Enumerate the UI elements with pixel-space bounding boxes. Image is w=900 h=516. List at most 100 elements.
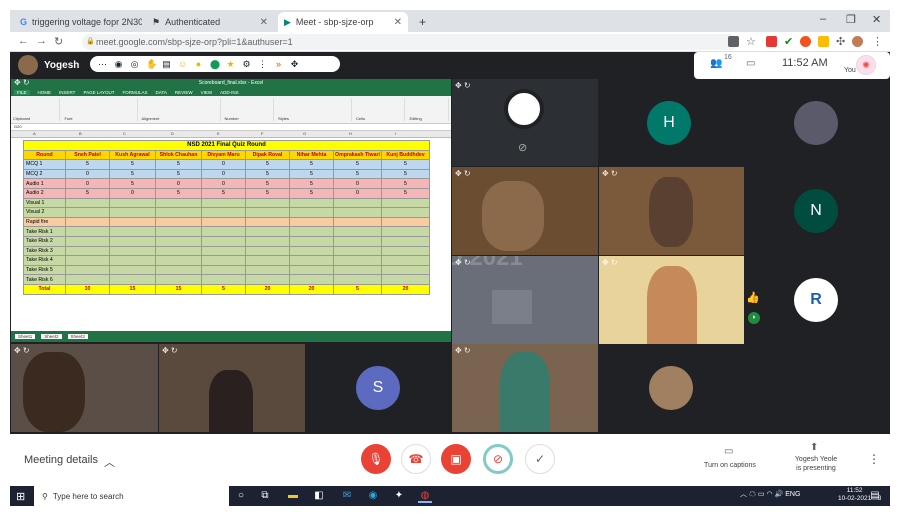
score-cell[interactable]: 0 xyxy=(201,168,246,180)
score-cell[interactable]: 5 xyxy=(333,168,382,180)
score-cell[interactable]: 5 xyxy=(381,187,430,199)
score-cell[interactable] xyxy=(333,226,382,237)
score-cell[interactable] xyxy=(155,226,202,237)
column-header[interactable]: D xyxy=(171,131,174,136)
score-cell[interactable] xyxy=(109,245,156,257)
column-header[interactable]: G xyxy=(303,131,306,136)
score-cell[interactable] xyxy=(65,216,110,228)
round-label[interactable]: Take Risk 5 xyxy=(23,264,66,276)
score-cell[interactable]: 0 xyxy=(155,178,202,189)
participant-tile[interactable]: 👍 R ◗ xyxy=(746,256,890,344)
column-header[interactable]: F xyxy=(261,131,263,136)
end-call-button[interactable]: ☎ xyxy=(401,444,431,474)
score-cell[interactable]: 5 xyxy=(109,178,156,189)
score-cell[interactable] xyxy=(381,274,430,285)
score-cell[interactable]: 0 xyxy=(65,168,110,180)
hand-icon[interactable]: ✋ xyxy=(146,59,157,70)
participant-video-tile[interactable]: ✥ ↻ NSD 2021 xyxy=(452,256,598,344)
score-cell[interactable] xyxy=(109,274,156,285)
camera-off-button[interactable]: ▣ xyxy=(441,444,471,474)
sheet-tab[interactable]: Sheet3 xyxy=(67,334,88,339)
participant-video-tile[interactable]: ✥ ↻ xyxy=(452,167,598,255)
url-input[interactable]: 🔒 meet.google.com/sbp-sjze-orp?pli=1&aut… xyxy=(82,34,737,50)
total-cell[interactable]: 20 xyxy=(289,283,334,295)
score-cell[interactable] xyxy=(201,235,246,247)
participant-tile[interactable]: ✥ ↻ ⊘ xyxy=(452,79,598,166)
browser-tab[interactable]: G triggering voltage fopr 2N3055 t ✕ xyxy=(14,12,142,32)
mail-icon[interactable]: ✉ xyxy=(340,489,354,503)
tile-controls-icon[interactable]: ✥ ↻ xyxy=(602,258,618,267)
score-cell[interactable] xyxy=(289,216,334,228)
total-cell[interactable]: 20 xyxy=(381,283,430,295)
captions-label[interactable]: Turn on captions xyxy=(690,462,770,469)
score-cell[interactable]: 5 xyxy=(109,168,156,180)
people-icon[interactable]: 👥 xyxy=(710,58,722,69)
score-cell[interactable] xyxy=(155,216,202,228)
confirm-button[interactable]: ✓ xyxy=(525,444,555,474)
total-cell[interactable]: 15 xyxy=(109,283,156,295)
excel-menu-item[interactable]: FILE xyxy=(14,89,30,95)
score-cell[interactable] xyxy=(65,235,110,247)
mic-off-button[interactable]: 🎙 xyxy=(361,444,391,474)
score-cell[interactable] xyxy=(109,197,156,209)
header-cell[interactable]: Dipak Roval xyxy=(245,149,290,161)
close-icon[interactable]: ✕ xyxy=(394,17,402,28)
score-cell[interactable] xyxy=(333,235,382,247)
participant-tile[interactable] xyxy=(746,79,890,166)
score-cell[interactable] xyxy=(201,207,246,218)
score-cell[interactable]: 5 xyxy=(109,159,156,170)
score-cell[interactable]: 0 xyxy=(201,178,246,189)
score-cell[interactable]: 5 xyxy=(65,159,110,170)
audio-level-button[interactable]: ⊘ xyxy=(483,444,513,474)
chrome-icon[interactable]: ◍ xyxy=(418,489,432,503)
score-cell[interactable] xyxy=(381,264,430,276)
star-icon[interactable]: ★ xyxy=(226,59,235,70)
score-cell[interactable] xyxy=(201,226,246,237)
score-cell[interactable] xyxy=(155,274,202,285)
emoji-icon[interactable]: ☺ xyxy=(178,59,187,69)
total-cell[interactable]: 15 xyxy=(155,283,202,295)
camera-icon[interactable] xyxy=(728,36,739,47)
round-label[interactable]: Take Risk 2 xyxy=(23,235,66,247)
round-label[interactable]: Take Risk 6 xyxy=(23,274,66,285)
browser-tab-active[interactable]: ▶ Meet - sbp-sjze-orp ✕ xyxy=(278,12,408,32)
score-cell[interactable]: 5 xyxy=(289,168,334,180)
score-cell[interactable]: 5 xyxy=(289,187,334,199)
excel-menu-item[interactable]: FORMULAS xyxy=(123,90,148,95)
score-cell[interactable] xyxy=(201,216,246,228)
tile-controls-icon[interactable]: ✥ ↻ xyxy=(455,258,471,267)
score-cell[interactable] xyxy=(381,255,430,266)
score-cell[interactable] xyxy=(381,197,430,209)
round-label[interactable]: Take Risk 3 xyxy=(23,245,66,257)
participant-video-tile[interactable]: ✥ ↻ xyxy=(11,344,158,432)
score-cell[interactable]: 5 xyxy=(245,187,290,199)
score-cell[interactable]: 5 xyxy=(155,168,202,180)
score-cell[interactable]: 5 xyxy=(155,159,202,170)
excel-menu-item[interactable]: ADD-INS xyxy=(220,90,239,95)
round-label[interactable]: Rapid fire xyxy=(23,216,66,228)
self-avatar[interactable]: ✺ xyxy=(856,55,876,75)
participant-tile[interactable] xyxy=(599,344,744,432)
score-cell[interactable]: 5 xyxy=(381,178,430,189)
reload-icon[interactable]: ↻ xyxy=(54,35,63,48)
star-icon[interactable]: ☆ xyxy=(746,35,756,48)
score-cell[interactable] xyxy=(289,245,334,257)
score-cell[interactable]: 0 xyxy=(201,159,246,170)
score-cell[interactable] xyxy=(289,226,334,237)
dots-icon[interactable]: ⋮ xyxy=(258,59,267,70)
score-cell[interactable] xyxy=(381,216,430,228)
column-header[interactable]: E xyxy=(217,131,220,136)
sheet-tab[interactable]: Sheet2 xyxy=(41,334,62,339)
score-cell[interactable] xyxy=(245,264,290,276)
maximize-button[interactable]: ❐ xyxy=(846,13,856,26)
extension-icon[interactable] xyxy=(766,36,777,47)
total-cell[interactable]: 5 xyxy=(333,283,382,295)
score-cell[interactable]: 0 xyxy=(333,178,382,189)
total-cell[interactable]: 20 xyxy=(245,283,290,295)
header-cell[interactable]: Shlok Chauhan xyxy=(155,149,202,161)
score-cell[interactable]: 0 xyxy=(65,178,110,189)
score-cell[interactable] xyxy=(245,207,290,218)
wifi-icon[interactable]: ◠ xyxy=(766,491,772,498)
note-icon[interactable]: ▤ xyxy=(162,59,171,70)
score-cell[interactable] xyxy=(333,255,382,266)
